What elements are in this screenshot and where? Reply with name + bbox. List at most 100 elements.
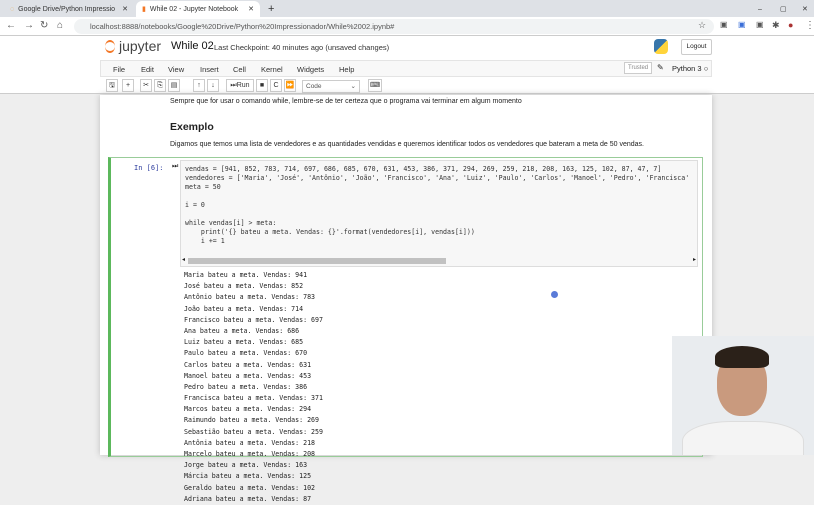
forward-icon[interactable]: → bbox=[24, 20, 34, 31]
code-line: print('{} bateu a meta. Vendas: {}'.form… bbox=[185, 228, 475, 236]
webcam-overlay bbox=[672, 336, 814, 455]
logout-button[interactable]: Logout bbox=[681, 39, 712, 55]
address-bar-row: ← → ↻ ⌂ localhost:8888/notebooks/Google%… bbox=[0, 17, 814, 36]
menu-insert[interactable]: Insert bbox=[200, 65, 219, 74]
checkpoint-status: Last Checkpoint: 40 minutes ago (unsaved… bbox=[214, 43, 390, 52]
maximize-icon[interactable]: ▢ bbox=[774, 1, 793, 17]
reload-icon[interactable]: ↻ bbox=[40, 20, 48, 31]
output-line: Francisca bateu a meta. Vendas: 371 bbox=[184, 394, 323, 403]
edit-pencil-icon[interactable]: ✎ bbox=[657, 63, 664, 72]
output-line: Geraldo bateu a meta. Vendas: 102 bbox=[184, 483, 316, 492]
menu-file[interactable]: File bbox=[113, 65, 125, 74]
extension-icon[interactable]: ▣ bbox=[756, 20, 764, 29]
extensions-puzzle-icon[interactable]: ✱ bbox=[772, 20, 780, 31]
browser-tab-active[interactable]: ▮ While 02 - Jupyter Notebook ✕ bbox=[136, 1, 260, 17]
paste-button[interactable]: ▤ bbox=[168, 79, 180, 92]
code-line: vendedores = ['Maria', 'José', 'Antônio'… bbox=[185, 174, 690, 182]
move-up-button[interactable]: ↑ bbox=[193, 79, 205, 92]
new-tab-button[interactable]: + bbox=[262, 1, 280, 17]
markdown-description: Digamos que temos uma lista de vendedore… bbox=[170, 141, 644, 148]
output-line: José bateu a meta. Vendas: 852 bbox=[184, 282, 304, 291]
url-input[interactable]: localhost:8888/notebooks/Google%20Drive/… bbox=[74, 19, 714, 34]
insert-cell-button[interactable]: + bbox=[122, 79, 134, 92]
code-line: meta = 50 bbox=[185, 183, 221, 191]
output-line: Sebastião bateu a meta. Vendas: 259 bbox=[184, 427, 323, 436]
command-palette-button[interactable]: ⌨ bbox=[368, 79, 382, 92]
close-tab-icon[interactable]: ✕ bbox=[122, 5, 128, 13]
jupyter-logo-icon bbox=[105, 39, 115, 53]
cell-prompt: In [6]: bbox=[134, 164, 164, 172]
markdown-note: Sempre que for usar o comando while, lem… bbox=[170, 98, 522, 105]
output-line: Manoel bateu a meta. Vendas: 453 bbox=[184, 371, 312, 380]
extension-icon[interactable]: ▣ bbox=[738, 20, 746, 29]
home-icon[interactable]: ⌂ bbox=[57, 20, 63, 31]
back-icon[interactable]: ← bbox=[6, 20, 16, 31]
restart-button[interactable]: C bbox=[270, 79, 282, 92]
interrupt-button[interactable]: ■ bbox=[256, 79, 268, 92]
browser-tab[interactable]: ◌ Google Drive/Python Impressio ✕ bbox=[4, 1, 134, 17]
scroll-right-icon[interactable]: ▸ bbox=[693, 256, 696, 263]
trusted-badge[interactable]: Trusted bbox=[624, 62, 653, 74]
restart-run-all-button[interactable]: ⏩ bbox=[284, 79, 296, 92]
output-line: Marcos bateu a meta. Vendas: 294 bbox=[184, 405, 312, 414]
run-button[interactable]: ⏭Run bbox=[226, 79, 254, 92]
jupyter-logo[interactable]: jupyter bbox=[105, 38, 161, 54]
kernel-idle-icon: ○ bbox=[703, 64, 709, 73]
extension-icon[interactable]: ▣ bbox=[720, 20, 728, 29]
output-line: Pedro bateu a meta. Vendas: 386 bbox=[184, 382, 308, 391]
python-logo-icon bbox=[654, 39, 668, 54]
output-line: Antônio bateu a meta. Vendas: 783 bbox=[184, 293, 316, 302]
output-line: Antônia bateu a meta. Vendas: 218 bbox=[184, 438, 316, 447]
output-line: Raimundo bateu a meta. Vendas: 269 bbox=[184, 416, 319, 425]
chevron-down-icon: ⌄ bbox=[350, 83, 356, 90]
code-line: i += 1 bbox=[185, 237, 225, 245]
scrollbar-thumb[interactable] bbox=[188, 258, 446, 264]
output-line: Francisco bateu a meta. Vendas: 697 bbox=[184, 315, 323, 324]
markdown-heading: Exemplo bbox=[170, 121, 214, 133]
kernel-name: Python 3 ○ bbox=[672, 64, 709, 73]
output-line: Jorge bateu a meta. Vendas: 163 bbox=[184, 461, 308, 470]
cell-type-select[interactable]: Code ⌄ bbox=[302, 80, 360, 93]
close-window-icon[interactable]: ✕ bbox=[796, 1, 814, 17]
output-line: Carlos bateu a meta. Vendas: 631 bbox=[184, 360, 312, 369]
output-line: Adriana bateu a meta. Vendas: 87 bbox=[184, 494, 312, 503]
run-cell-icon[interactable]: ⏭ bbox=[172, 163, 178, 171]
code-line: while vendas[i] > meta: bbox=[185, 219, 277, 227]
code-editor[interactable]: vendas = [941, 852, 783, 714, 697, 686, … bbox=[180, 160, 698, 267]
menu-view[interactable]: View bbox=[168, 65, 184, 74]
minimize-icon[interactable]: – bbox=[752, 1, 768, 17]
presenter-shirt bbox=[682, 421, 804, 455]
tab-favicon-icon: ▮ bbox=[142, 6, 146, 13]
toolbar: 🖫 + ✂ ⎘ ▤ ↑ ↓ ⏭Run ■ C ⏩ ⌨ bbox=[100, 78, 712, 95]
output-line: Paulo bateu a meta. Vendas: 670 bbox=[184, 349, 308, 358]
presenter-hair bbox=[715, 346, 769, 368]
move-down-button[interactable]: ↓ bbox=[207, 79, 219, 92]
menu-help[interactable]: Help bbox=[339, 65, 354, 74]
menu-bar: File Edit View Insert Cell Kernel Widget… bbox=[100, 60, 712, 77]
horizontal-scrollbar[interactable]: ◂ ▸ bbox=[182, 256, 696, 265]
output-line: Maria bateu a meta. Vendas: 941 bbox=[184, 271, 308, 279]
profile-avatar[interactable]: ● bbox=[788, 20, 793, 30]
notebook-title[interactable]: While 02 bbox=[171, 40, 214, 52]
menu-widgets[interactable]: Widgets bbox=[297, 65, 324, 74]
cell-output: Maria bateu a meta. Vendas: 941 José bate… bbox=[184, 270, 323, 505]
mouse-cursor-highlight bbox=[551, 291, 558, 298]
code-line: i = 0 bbox=[185, 201, 205, 209]
scroll-left-icon[interactable]: ◂ bbox=[182, 256, 185, 263]
output-line: Ana bateu a meta. Vendas: 686 bbox=[184, 326, 300, 335]
menu-edit[interactable]: Edit bbox=[141, 65, 154, 74]
browser-menu-icon[interactable]: ⋮ bbox=[805, 20, 814, 31]
copy-button[interactable]: ⎘ bbox=[154, 79, 166, 92]
cut-button[interactable]: ✂ bbox=[140, 79, 152, 92]
save-button[interactable]: 🖫 bbox=[106, 79, 118, 92]
output-line: João bateu a meta. Vendas: 714 bbox=[184, 304, 304, 313]
output-line: Márcia bateu a meta. Vendas: 125 bbox=[184, 472, 312, 481]
menu-kernel[interactable]: Kernel bbox=[261, 65, 283, 74]
code-line: vendas = [941, 852, 783, 714, 697, 686, … bbox=[185, 165, 662, 173]
bookmark-star-icon[interactable]: ☆ bbox=[698, 20, 706, 31]
tab-favicon-icon: ◌ bbox=[10, 5, 15, 13]
menu-cell[interactable]: Cell bbox=[233, 65, 246, 74]
close-tab-icon[interactable]: ✕ bbox=[248, 5, 254, 13]
